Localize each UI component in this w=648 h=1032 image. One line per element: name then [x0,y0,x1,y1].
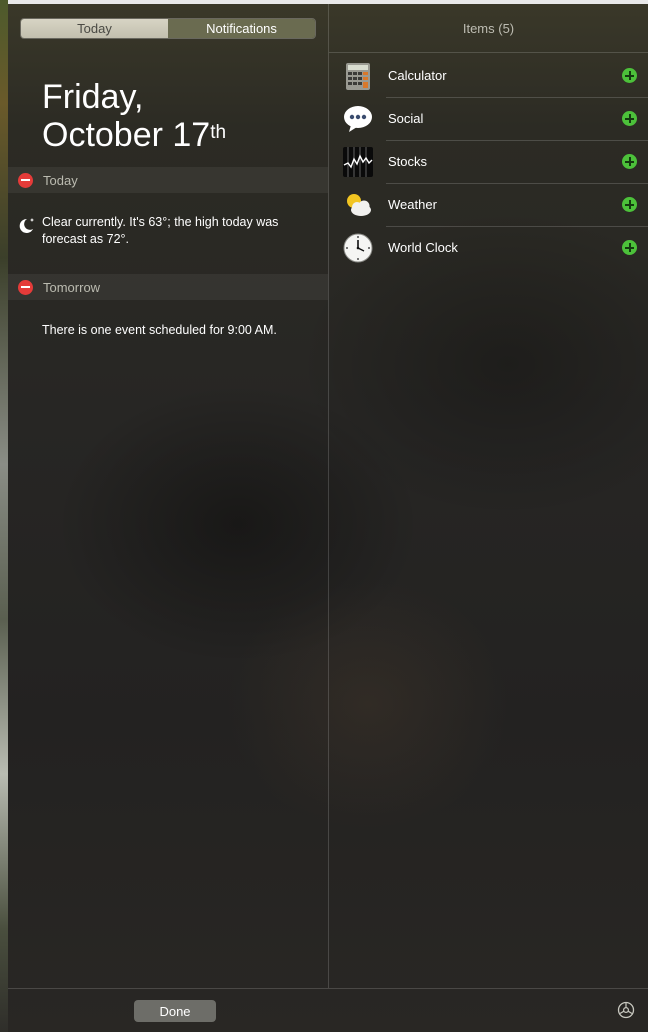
item-social[interactable]: Social [329,97,648,140]
calculator-icon [343,61,373,91]
moon-icon [16,215,38,237]
item-weather[interactable]: Weather [329,183,648,226]
remove-tomorrow-widget-button[interactable] [18,279,33,295]
bottom-bar: Done [8,988,648,1032]
date-month-day: October 17th [42,116,226,154]
add-weather-button[interactable] [622,197,637,212]
date-month-day-text: October 17 [42,116,211,154]
section-header-today: Today [8,167,328,193]
world-clock-icon [343,233,373,263]
weather-text: Clear currently. It's 63°; the high toda… [42,214,278,248]
add-stocks-button[interactable] [622,154,637,169]
item-stocks[interactable]: Stocks [329,140,648,183]
date-heading: Friday, October 17th [42,78,226,154]
weather-text-line-1: Clear currently. It's 63°; the high toda… [42,215,279,229]
items-column: Items (5) Calculator Social Stocks Weath… [329,4,648,988]
today-column: Today Notifications Friday, October 17th… [8,4,328,988]
social-icon [343,104,373,134]
tab-today[interactable]: Today [21,19,168,38]
notification-center-panel: Today Notifications Friday, October 17th… [8,4,648,1032]
add-calculator-button[interactable] [622,68,637,83]
weather-text-line-2: forecast as 72°. [42,232,129,246]
item-name-weather: Weather [388,197,437,212]
tomorrow-event-text: There is one event scheduled for 9:00 AM… [42,323,277,337]
date-weekday: Friday, [42,78,144,116]
item-calculator[interactable]: Calculator [329,54,648,97]
items-title: Items (5) [329,4,648,53]
remove-today-widget-button[interactable] [18,172,33,188]
item-name-world-clock: World Clock [388,240,458,255]
item-name-calculator: Calculator [388,68,447,83]
section-title-tomorrow: Tomorrow [43,279,101,295]
stocks-icon [343,146,373,177]
desktop-background [0,0,8,1032]
gear-icon[interactable] [617,1001,635,1019]
section-title-today: Today [43,172,78,188]
weather-icon [343,190,373,220]
item-name-social: Social [388,111,424,126]
item-world-clock[interactable]: World Clock [329,226,648,269]
section-header-tomorrow: Tomorrow [8,274,328,300]
view-switcher: Today Notifications [20,18,316,39]
done-button[interactable]: Done [134,1000,216,1022]
date-suffix: th [210,122,227,143]
tab-notifications[interactable]: Notifications [168,19,315,38]
weather-summary: Clear currently. It's 63°; the high toda… [16,214,316,248]
add-world-clock-button[interactable] [622,240,637,255]
item-name-stocks: Stocks [388,154,428,169]
add-social-button[interactable] [622,111,637,126]
